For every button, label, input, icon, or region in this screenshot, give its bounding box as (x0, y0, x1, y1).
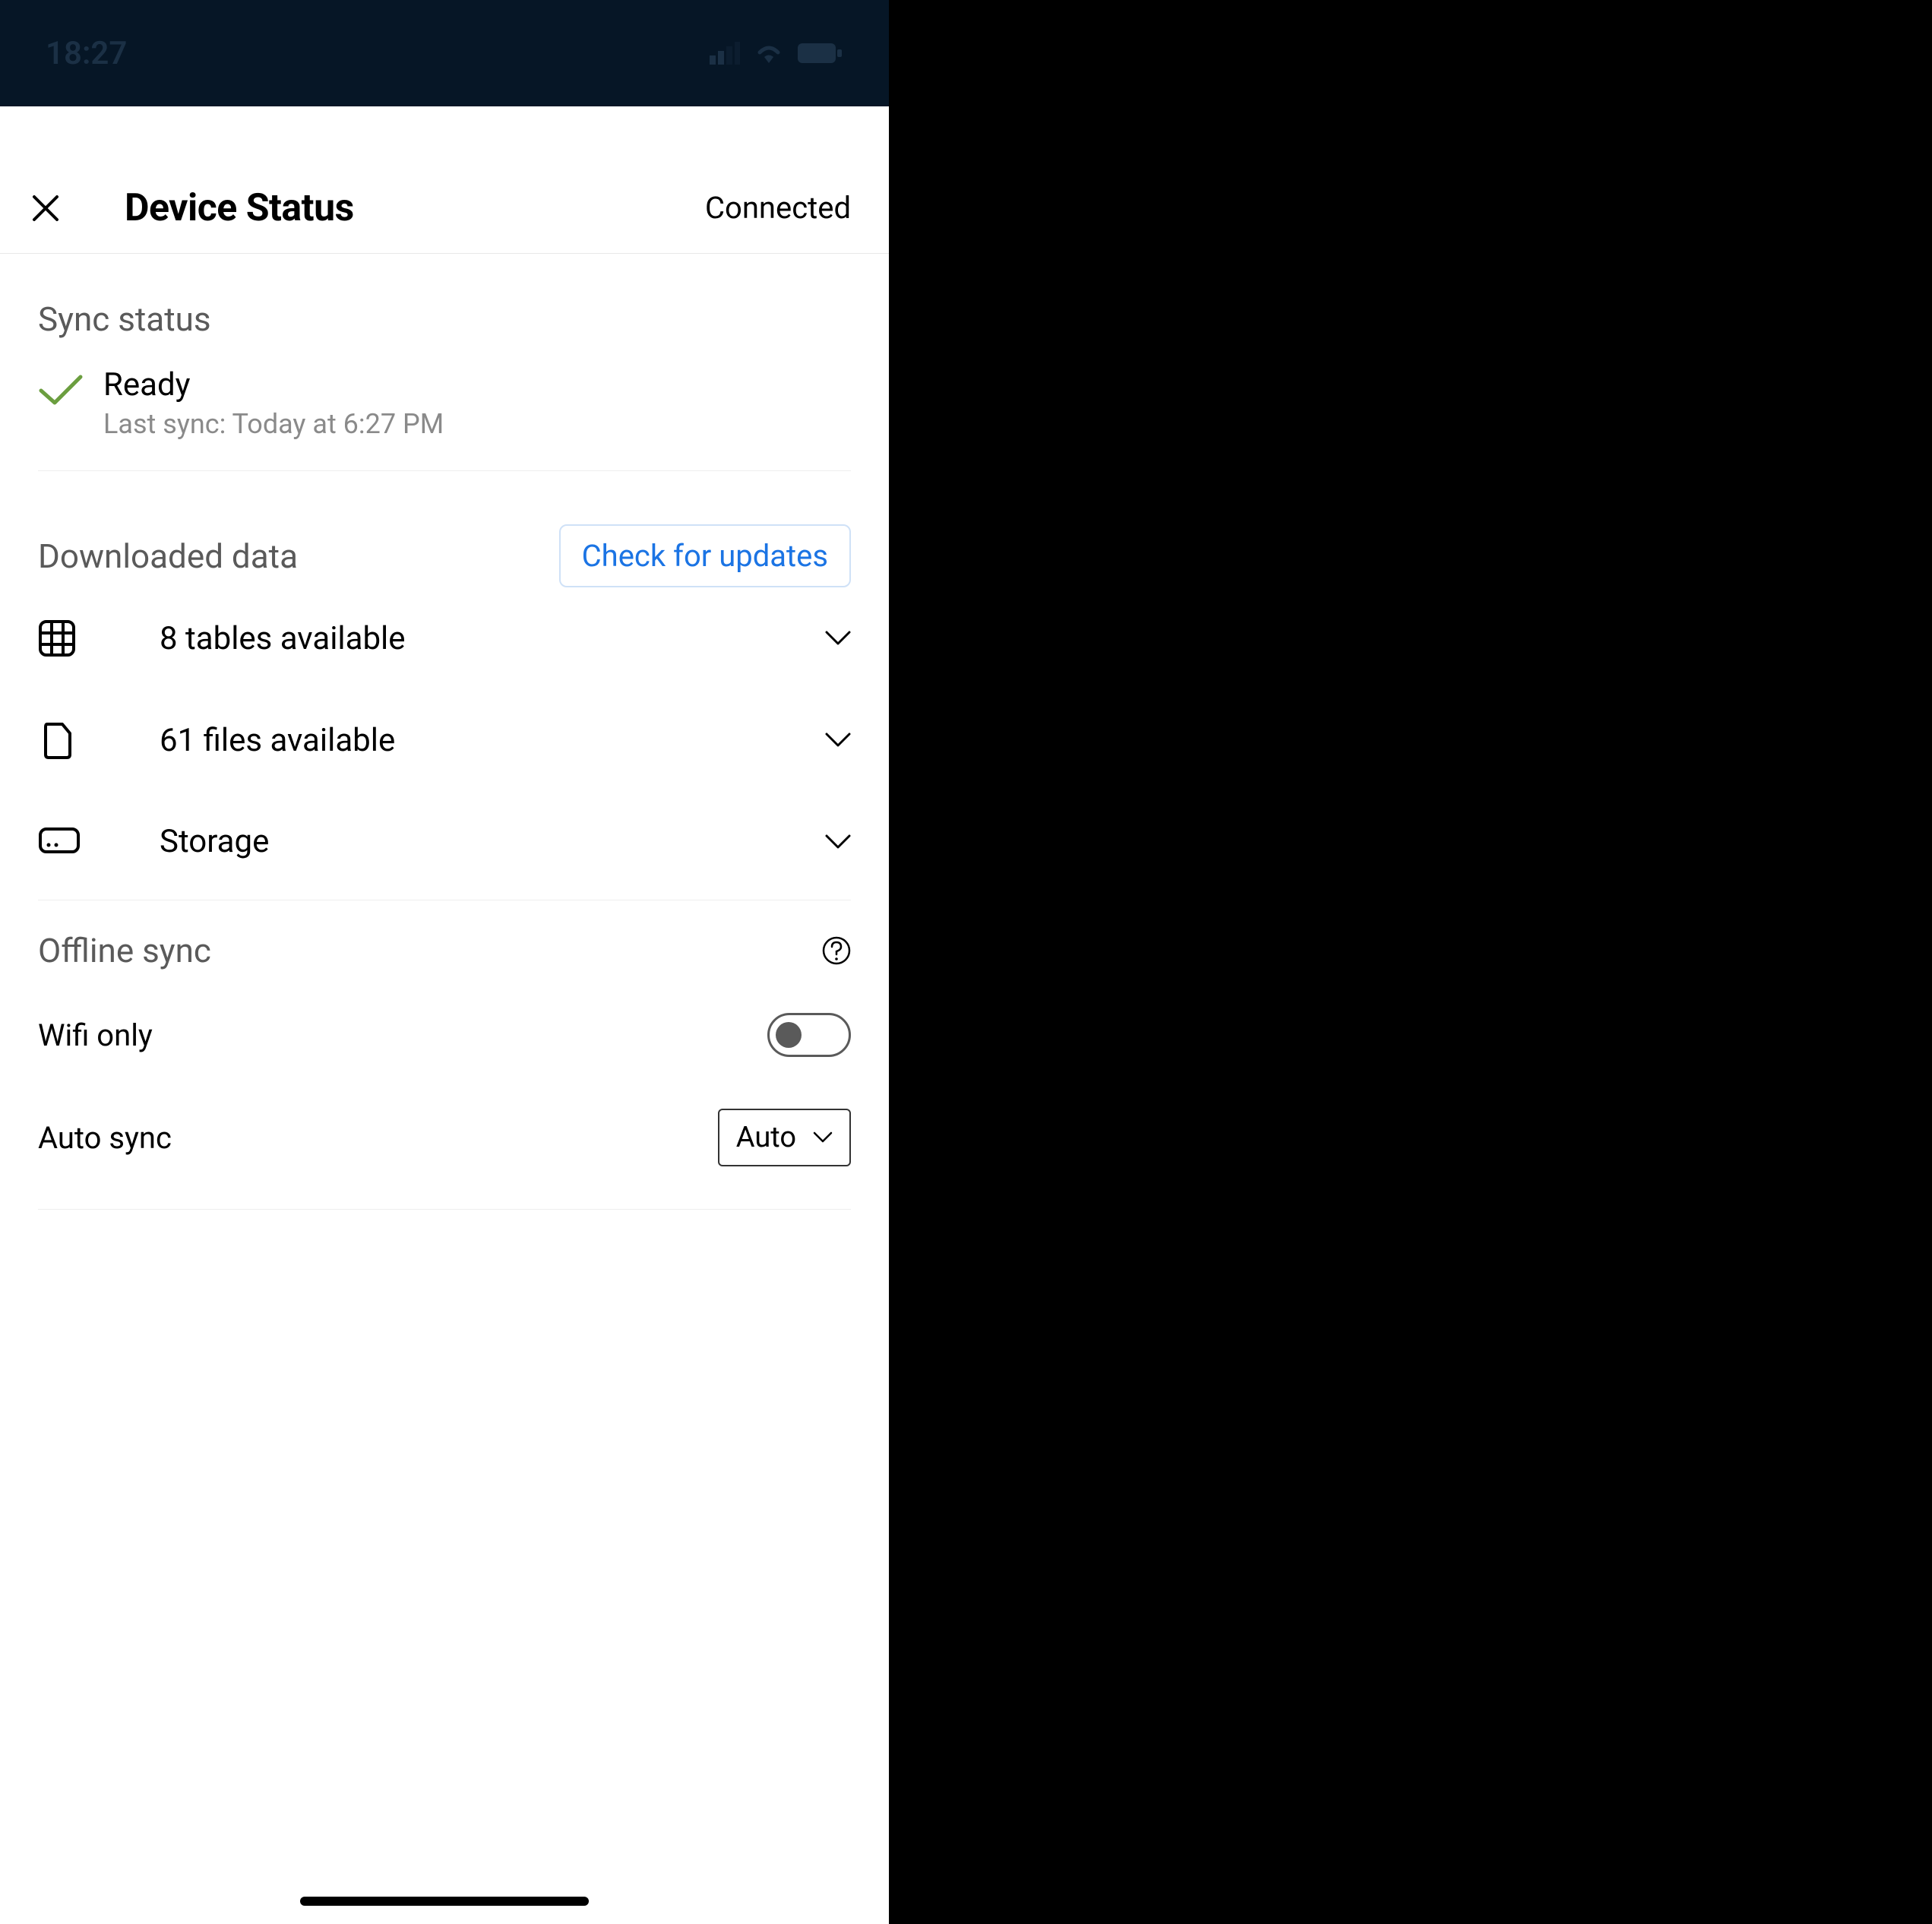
connection-status: Connected (705, 190, 851, 226)
auto-sync-select[interactable]: Auto (718, 1109, 851, 1166)
sync-state: Ready (103, 366, 444, 403)
downloaded-data-header: Downloaded data Check for updates (38, 471, 851, 587)
tables-row[interactable]: 8 tables available (38, 587, 851, 689)
check-updates-button[interactable]: Check for updates (559, 524, 851, 587)
tables-label: 8 tables available (160, 620, 825, 657)
offline-sync-section: Offline sync Wifi only Auto sync Auto (0, 900, 889, 1210)
chevron-down-icon (825, 733, 851, 748)
battery-icon (798, 42, 843, 65)
storage-row[interactable]: Storage (38, 791, 851, 892)
page-title: Device Status (125, 186, 354, 230)
home-indicator[interactable] (300, 1897, 589, 1906)
phone-screen: 18:27 Device Status Connecte (0, 0, 889, 1924)
sync-status-row: Ready Last sync: Today at 6:27 PM (38, 339, 851, 471)
toggle-knob (776, 1022, 802, 1048)
files-label: 61 files available (160, 722, 825, 759)
offline-sync-header: Offline sync (38, 900, 851, 970)
check-icon (38, 374, 84, 407)
wifi-icon (754, 42, 784, 65)
wifi-only-label: Wifi only (38, 1017, 153, 1053)
storage-icon (38, 827, 81, 857)
status-icons (710, 42, 843, 65)
wifi-only-toggle[interactable] (767, 1013, 851, 1057)
downloaded-data-section: Downloaded data Check for updates 8 tabl… (0, 471, 889, 892)
auto-sync-value: Auto (736, 1121, 796, 1154)
auto-sync-row: Auto sync Auto (38, 1100, 851, 1209)
header: Device Status Connected (0, 163, 889, 254)
cellular-icon (710, 42, 740, 65)
auto-sync-label: Auto sync (38, 1120, 172, 1156)
close-icon (30, 193, 61, 223)
table-icon (38, 619, 76, 657)
chevron-down-icon (825, 631, 851, 646)
sync-status-section: Sync status Ready Last sync: Today at 6:… (0, 254, 889, 471)
wifi-only-row: Wifi only (38, 970, 851, 1100)
sync-status-label: Sync status (38, 299, 851, 339)
divider (38, 1209, 851, 1210)
storage-label: Storage (160, 823, 825, 860)
status-bar: 18:27 (0, 0, 889, 106)
files-row[interactable]: 61 files available (38, 689, 851, 791)
chevron-down-icon (813, 1131, 833, 1144)
close-button[interactable] (30, 193, 61, 223)
help-icon[interactable] (822, 936, 851, 965)
status-time: 18:27 (46, 35, 127, 72)
last-sync: Last sync: Today at 6:27 PM (103, 408, 444, 440)
downloaded-data-label: Downloaded data (38, 536, 298, 576)
offline-sync-label: Offline sync (38, 931, 211, 970)
file-icon (38, 721, 76, 759)
chevron-down-icon (825, 834, 851, 850)
